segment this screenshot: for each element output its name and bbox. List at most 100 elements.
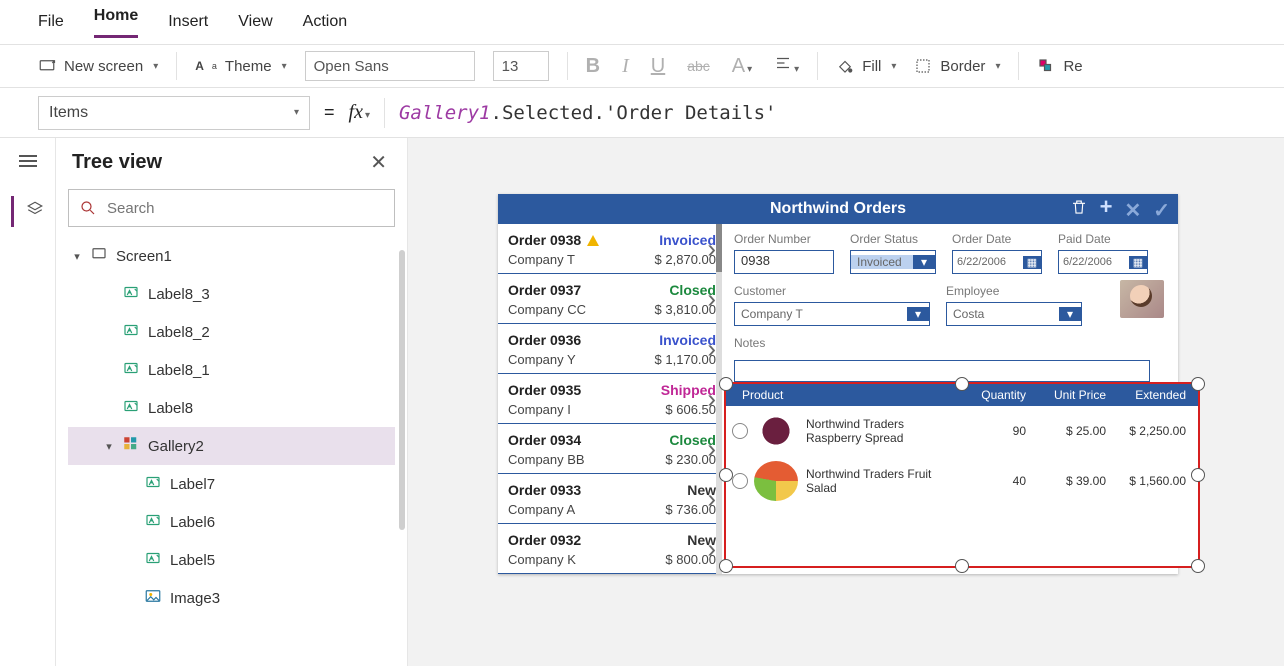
order-number-field[interactable]: 0938 xyxy=(734,250,834,274)
tree-item-label: Label8_3 xyxy=(148,286,210,303)
product-thumbnail xyxy=(754,461,798,501)
resize-handle[interactable] xyxy=(719,468,733,482)
formula-bar: Items▾ = fx▾ Gallery1.Selected.'Order De… xyxy=(0,88,1284,138)
gallery2-selection[interactable]: Product Quantity Unit Price Extended Nor… xyxy=(724,382,1200,568)
grid-row[interactable]: Northwind Traders Fruit Salad40$ 39.00$ … xyxy=(726,456,1198,506)
delete-icon[interactable] xyxy=(1070,198,1088,223)
paid-date-field[interactable]: 6/22/2006▦ xyxy=(1058,250,1148,274)
tree-item-label8_3[interactable]: Label8_3 xyxy=(68,275,395,313)
col-qty: Quantity xyxy=(956,388,1026,402)
tree-search-input[interactable] xyxy=(105,199,384,218)
tree-item-icon xyxy=(90,245,108,267)
resize-handle[interactable] xyxy=(955,559,969,573)
reorder-button[interactable]: Re xyxy=(1037,57,1082,75)
property-selector[interactable]: Items▾ xyxy=(38,96,310,130)
tree-item-label: Label8_2 xyxy=(148,324,210,341)
tree-item-icon xyxy=(122,321,140,343)
tree-search-box[interactable] xyxy=(68,189,395,227)
menu-file[interactable]: File xyxy=(38,13,64,31)
menu-home[interactable]: Home xyxy=(94,7,138,38)
col-price: Unit Price xyxy=(1026,388,1106,402)
accept-icon[interactable]: ✓ xyxy=(1153,198,1170,223)
formula-input[interactable]: Gallery1.Selected.'Order Details' xyxy=(399,102,777,124)
order-company: Company T xyxy=(508,252,575,267)
menu-insert[interactable]: Insert xyxy=(168,13,208,31)
employee-avatar xyxy=(1120,280,1164,318)
tree-item-label8_2[interactable]: Label8_2 xyxy=(68,313,395,351)
border-button[interactable]: Border▾ xyxy=(914,57,1000,75)
employee-select[interactable]: Costa▾ xyxy=(946,302,1082,326)
app-header: Northwind Orders + ✕ ✓ xyxy=(498,194,1178,224)
chevron-right-icon: › xyxy=(707,233,716,264)
align-button[interactable]: ▾ xyxy=(774,54,799,78)
underline-button[interactable]: U xyxy=(651,55,665,78)
bold-button[interactable]: B xyxy=(586,55,600,78)
order-list-item[interactable]: Order 0935ShippedCompany I$ 606.50› xyxy=(498,374,722,424)
expand-icon[interactable]: ▾ xyxy=(104,440,114,453)
order-list-item[interactable]: Order 0936InvoicedCompany Y$ 1,170.00› xyxy=(498,324,722,374)
close-tree-button[interactable]: ✕ xyxy=(370,150,387,175)
chevron-right-icon: › xyxy=(707,283,716,314)
resize-handle[interactable] xyxy=(719,377,733,391)
order-date-label: Order Date xyxy=(952,232,1042,246)
tree-item-label6[interactable]: Label6 xyxy=(68,503,395,541)
italic-button[interactable]: I xyxy=(622,55,629,78)
order-company: Company I xyxy=(508,402,571,417)
chevron-right-icon: › xyxy=(707,333,716,364)
order-company: Company A xyxy=(508,502,575,517)
order-date-field[interactable]: 6/22/2006▦ xyxy=(952,250,1042,274)
fill-button[interactable]: Fill▾ xyxy=(836,57,896,75)
app-title: Northwind Orders xyxy=(770,200,906,218)
grid-row[interactable]: Northwind Traders Raspberry Spread90$ 25… xyxy=(726,406,1198,456)
notes-field[interactable] xyxy=(734,360,1150,382)
resize-handle[interactable] xyxy=(955,377,969,391)
reorder-icon xyxy=(1037,57,1055,75)
menu-action[interactable]: Action xyxy=(303,13,347,31)
font-family-select[interactable] xyxy=(305,51,475,81)
strike-button[interactable]: abc xyxy=(687,58,710,74)
row-selector[interactable] xyxy=(732,473,748,489)
tree-item-label8[interactable]: Label8 xyxy=(68,389,395,427)
font-color-button[interactable]: A▾ xyxy=(732,55,752,78)
menu-view[interactable]: View xyxy=(238,13,272,31)
tree-item-screen1[interactable]: ▾Screen1 xyxy=(68,237,395,275)
cancel-icon[interactable]: ✕ xyxy=(1124,198,1141,223)
tree-item-label8_1[interactable]: Label8_1 xyxy=(68,351,395,389)
expand-icon[interactable]: ▾ xyxy=(72,250,82,263)
chevron-right-icon: › xyxy=(707,433,716,464)
chevron-right-icon: › xyxy=(707,383,716,414)
customer-label: Customer xyxy=(734,284,930,298)
align-icon xyxy=(774,54,792,72)
order-list-item[interactable]: Order 0933NewCompany A$ 736.00› xyxy=(498,474,722,524)
hamburger-icon[interactable] xyxy=(19,152,37,170)
resize-handle[interactable] xyxy=(1191,377,1205,391)
col-product: Product xyxy=(742,388,956,402)
new-screen-button[interactable]: New screen▾ xyxy=(38,57,158,75)
row-selector[interactable] xyxy=(732,423,748,439)
tree-view-rail-button[interactable] xyxy=(11,196,44,227)
order-status-select[interactable]: Invoiced▾ xyxy=(850,250,936,274)
resize-handle[interactable] xyxy=(1191,468,1205,482)
tree-item-gallery2[interactable]: ▾Gallery2 xyxy=(68,427,395,465)
order-list-item[interactable]: Order 0934ClosedCompany BB$ 230.00› xyxy=(498,424,722,474)
order-list-item[interactable]: Order 0937ClosedCompany CC$ 3,810.00› xyxy=(498,274,722,324)
theme-button[interactable]: Aa Theme▾ xyxy=(195,58,286,75)
resize-handle[interactable] xyxy=(719,559,733,573)
chevron-right-icon: › xyxy=(707,533,716,564)
tree-scrollbar[interactable] xyxy=(399,250,405,530)
tree-item-label7[interactable]: Label7 xyxy=(68,465,395,503)
order-list-item[interactable]: Order 0938 InvoicedCompany T$ 2,870.00› xyxy=(498,224,722,274)
customer-select[interactable]: Company T▾ xyxy=(734,302,930,326)
font-size-select[interactable] xyxy=(493,51,549,81)
order-list-item[interactable]: Order 0932NewCompany K$ 800.00› xyxy=(498,524,722,574)
fx-icon[interactable]: fx xyxy=(349,101,363,123)
canvas[interactable]: Northwind Orders + ✕ ✓ Order 0938 Invoic… xyxy=(408,138,1284,666)
order-company: Company K xyxy=(508,552,576,567)
tree-item-image3[interactable]: Image3 xyxy=(68,579,395,617)
tree-item-label5[interactable]: Label5 xyxy=(68,541,395,579)
add-icon[interactable]: + xyxy=(1100,198,1113,223)
notes-label: Notes xyxy=(734,336,1166,350)
resize-handle[interactable] xyxy=(1191,559,1205,573)
tree-item-icon xyxy=(144,473,162,495)
paid-date-label: Paid Date xyxy=(1058,232,1148,246)
